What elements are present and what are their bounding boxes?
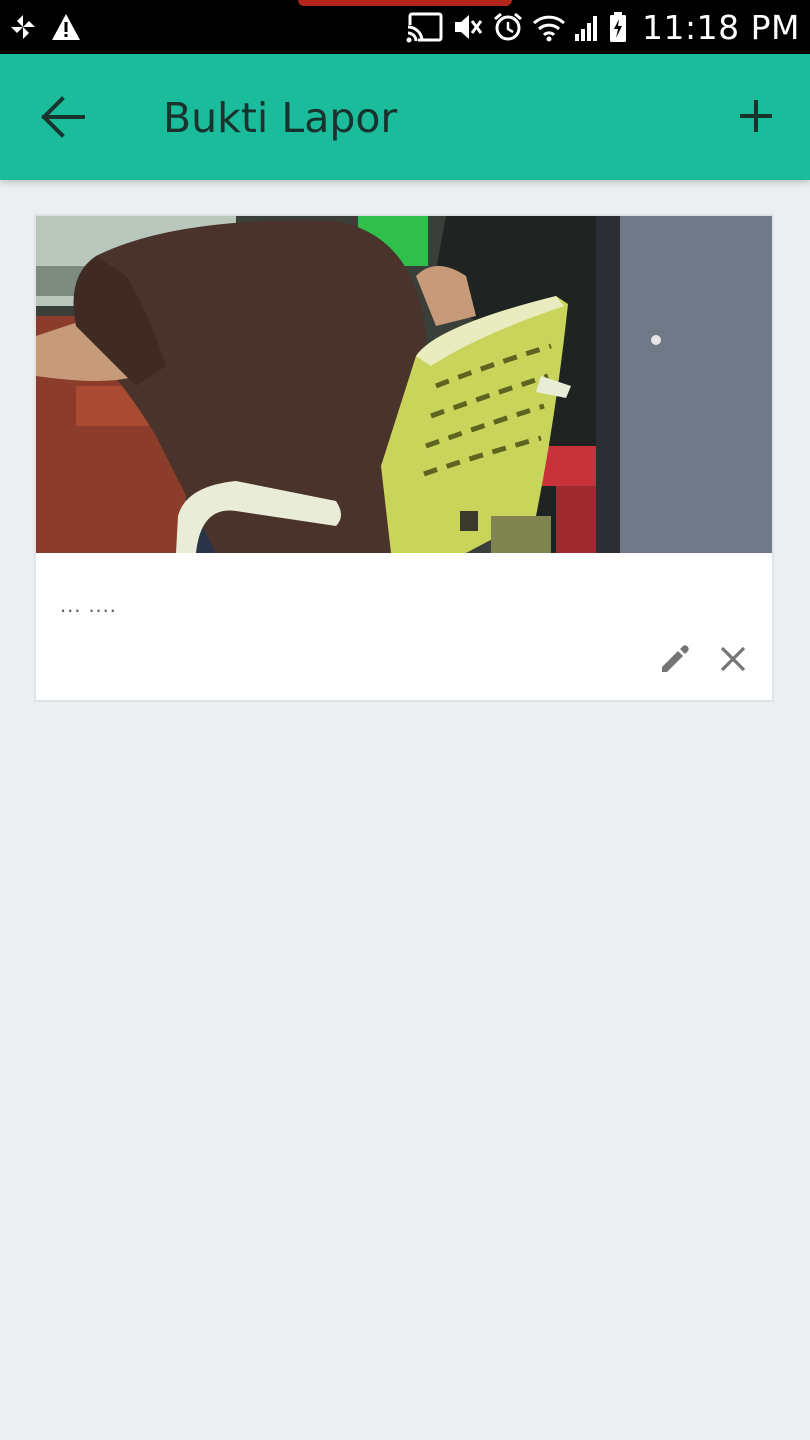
evidence-caption: ... .... [60,592,117,617]
evidence-actions [656,642,752,680]
status-time: 11:18 PM [642,7,800,47]
evidence-photo[interactable] [36,216,772,553]
warning-icon [50,12,82,42]
wifi-icon [532,12,566,42]
signal-icon [574,12,600,42]
alarm-icon [492,11,524,43]
pinwheel-icon [8,12,38,42]
add-evidence-button[interactable] [724,86,788,150]
mute-icon [452,11,484,43]
back-button[interactable] [30,87,94,151]
page-title: Bukti Lapor [163,94,398,142]
status-system-icons: 11:18 PM [406,7,800,47]
evidence-card[interactable]: ... .... [34,214,774,702]
delete-button[interactable] [714,642,752,680]
plus-icon [738,98,774,139]
arrow-back-icon [38,95,86,144]
status-indicator-line [298,0,512,6]
close-icon [719,645,747,678]
edit-icon [659,643,691,680]
app-bar: Bukti Lapor [0,54,810,180]
photo-office-chair [36,216,772,553]
cast-icon [406,11,444,43]
edit-button[interactable] [656,642,694,680]
battery-icon [608,11,628,43]
status-bar: 11:18 PM [0,0,810,54]
status-notifications [8,10,82,44]
